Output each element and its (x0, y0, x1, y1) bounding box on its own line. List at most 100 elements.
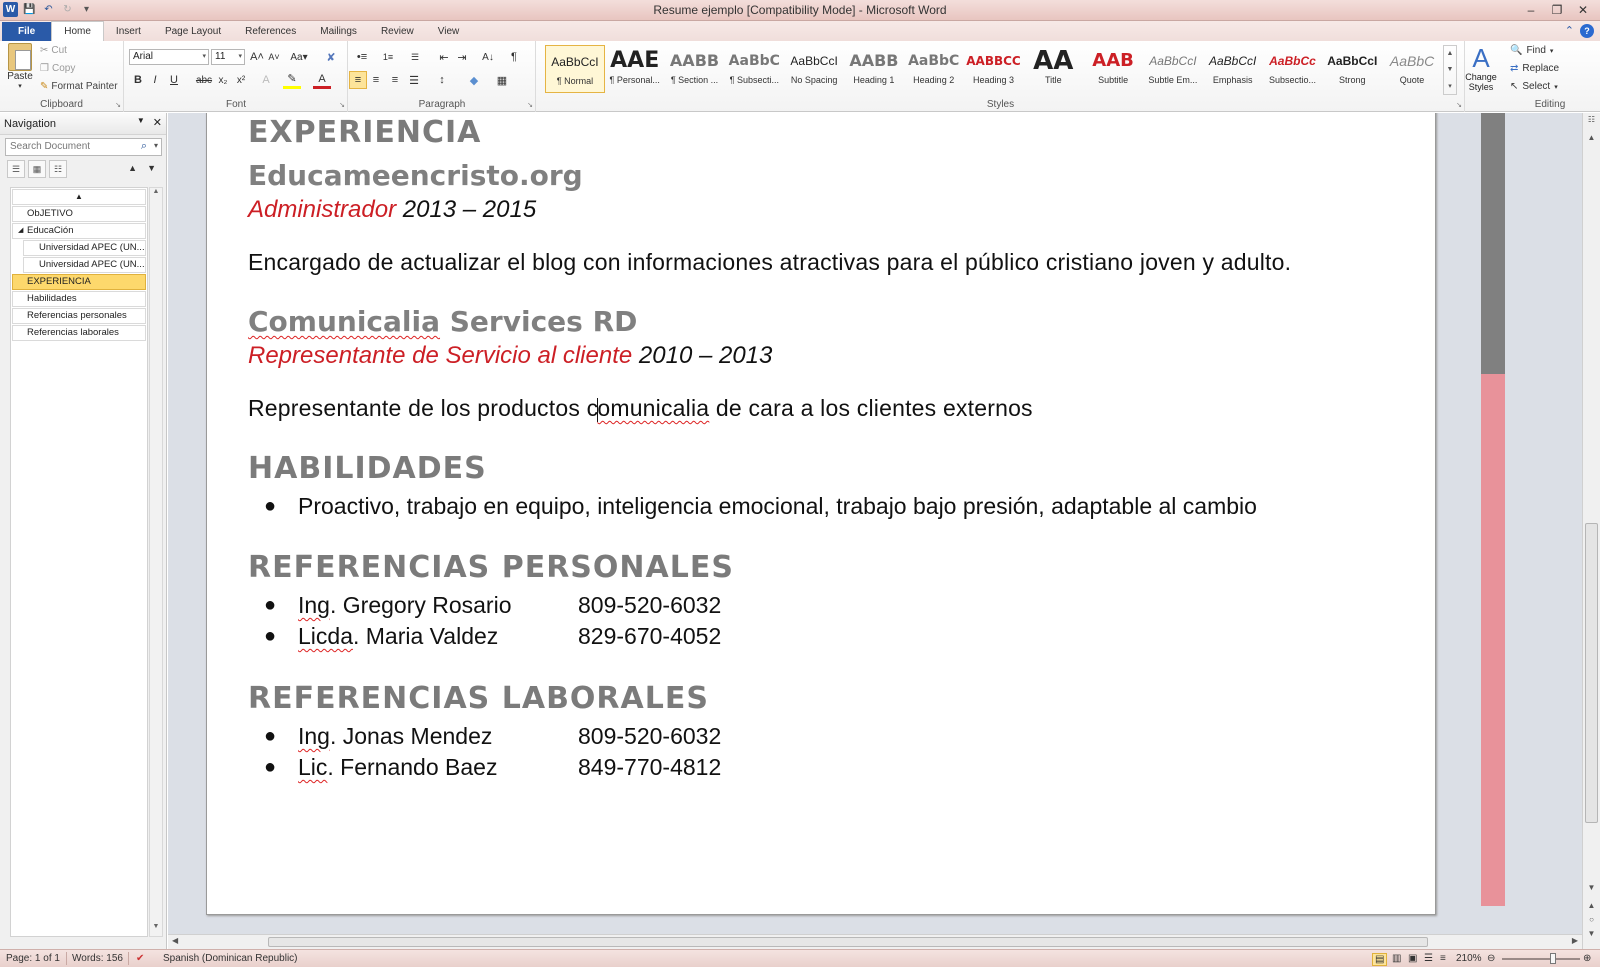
paste-button[interactable]: Paste ▾ (4, 43, 36, 90)
tab-review[interactable]: Review (369, 22, 426, 41)
outline-icon[interactable]: ☰ (1424, 953, 1433, 964)
gallery-down-icon[interactable]: ▼ (1447, 66, 1454, 73)
align-left-icon[interactable]: ≡ (349, 71, 367, 89)
hscroll-thumb[interactable] (268, 937, 1428, 947)
proofing-icon[interactable]: ✔ (136, 953, 144, 964)
pane-options-icon[interactable]: ▼ (137, 116, 145, 129)
line-spacing-icon[interactable]: ↕ (433, 71, 451, 89)
style-tile[interactable]: AaBbC ¶ Subsecti... (724, 45, 784, 93)
print-layout-icon[interactable]: ▤ (1372, 953, 1388, 966)
close-pane-icon[interactable]: ✕ (153, 116, 162, 129)
nav-item-universidad-1[interactable]: Universidad APEC (UN... (23, 240, 146, 256)
tab-mailings[interactable]: Mailings (308, 22, 369, 41)
clipboard-launcher-icon[interactable]: ↘ (115, 101, 121, 109)
style-tile[interactable]: AABBCC Heading 3 (964, 45, 1024, 93)
search-document-input[interactable]: Search Document ⌕ ▾ (5, 138, 162, 156)
select-button[interactable]: ↖ Select ▾ (1510, 81, 1558, 92)
shading-icon[interactable]: ◆ (465, 71, 483, 89)
font-name-select[interactable]: Arial ▾ (129, 49, 209, 65)
zoom-in-icon[interactable]: ⊕ (1583, 953, 1591, 964)
style-tile[interactable]: AaBbCcI No Spacing (784, 45, 844, 93)
superscript-button[interactable]: x² (232, 71, 250, 89)
scroll-down-icon[interactable]: ▼ (1583, 883, 1600, 892)
font-launcher-icon[interactable]: ↘ (339, 101, 345, 109)
tab-insert[interactable]: Insert (104, 22, 153, 41)
sort-icon[interactable]: A↓ (479, 48, 497, 66)
scroll-up-icon[interactable]: ▲ (1583, 133, 1600, 142)
gallery-up-icon[interactable]: ▲ (1447, 50, 1454, 57)
nav-top-icon[interactable]: ▲ (12, 189, 146, 205)
scroll-right-icon[interactable]: ▶ (1572, 936, 1578, 945)
minimize-icon[interactable]: – (1518, 1, 1544, 19)
style-tile[interactable]: AAE ¶ Personal... (605, 45, 665, 93)
paragraph-launcher-icon[interactable]: ↘ (527, 101, 533, 109)
underline-button[interactable]: U (165, 71, 183, 89)
clear-formatting-icon[interactable]: ✘ (322, 48, 340, 66)
results-view-icon[interactable]: ☷ (49, 160, 67, 178)
next-heading-icon[interactable]: ▼ (147, 163, 156, 173)
find-button[interactable]: 🔍 Find ▾ (1510, 45, 1553, 56)
web-layout-icon[interactable]: ▣ (1408, 953, 1417, 964)
search-icon[interactable]: ⌕ (141, 140, 147, 153)
bullets-icon[interactable]: •≡ (353, 48, 371, 66)
browse-object-icon[interactable]: ○ (1583, 915, 1600, 924)
previous-heading-icon[interactable]: ▲ (128, 163, 137, 173)
full-screen-reading-icon[interactable]: ▥ (1392, 953, 1401, 964)
scroll-left-icon[interactable]: ◀ (172, 936, 178, 945)
nav-item-universidad-2[interactable]: Universidad APEC (UN... (23, 257, 146, 273)
strikethrough-button[interactable]: abc (195, 71, 213, 89)
nav-item-experiencia[interactable]: EXPERIENCIA (12, 274, 146, 290)
style-tile[interactable]: AaBbCcI Strong (1322, 45, 1382, 93)
nav-item-educacion[interactable]: ◢ EducaCión (12, 223, 146, 239)
language[interactable]: Spanish (Dominican Republic) (163, 953, 298, 964)
collapse-icon[interactable]: ◢ (18, 224, 23, 238)
pages-view-icon[interactable]: ▦ (28, 160, 46, 178)
shrink-font-icon[interactable]: A˅ (265, 48, 283, 66)
replace-button[interactable]: ⇄ Replace (1510, 63, 1559, 74)
cut-button[interactable]: ✂ Cut (40, 45, 67, 56)
subscript-button[interactable]: x₂ (214, 71, 232, 89)
change-case-icon[interactable]: Aa▾ (290, 48, 308, 66)
format-painter-button[interactable]: ✎ Format Painter (40, 81, 118, 92)
nav-item-referencias-personales[interactable]: Referencias personales (12, 308, 146, 324)
nav-scrollbar[interactable]: ▲ ▼ (149, 187, 163, 937)
scroll-down-icon[interactable]: ▼ (150, 923, 162, 936)
style-tile[interactable]: AABB ¶ Section ... (665, 45, 725, 93)
previous-page-icon[interactable]: ▲ (1583, 901, 1600, 910)
tab-view[interactable]: View (426, 22, 472, 41)
ruler-toggle-icon[interactable]: ☷ (1583, 115, 1600, 124)
copy-button[interactable]: ❐ Copy (40, 63, 75, 74)
horizontal-scrollbar[interactable]: ◀ ▶ (168, 934, 1582, 949)
zoom-out-icon[interactable]: ⊖ (1487, 953, 1495, 964)
grow-font-icon[interactable]: A˄ (248, 48, 266, 66)
nav-item-objetivo[interactable]: ObJETIVO (12, 206, 146, 222)
help-icon[interactable]: ? (1580, 24, 1594, 38)
decrease-indent-icon[interactable]: ⇤ (435, 48, 453, 66)
text-effects-icon[interactable]: A (257, 71, 275, 89)
borders-icon[interactable]: ▦ (493, 71, 511, 89)
page-count[interactable]: Page: 1 of 1 (6, 953, 60, 964)
tab-references[interactable]: References (233, 22, 308, 41)
italic-button[interactable]: I (146, 71, 164, 89)
zoom-knob[interactable] (1550, 953, 1556, 964)
restore-icon[interactable]: ❐ (1544, 1, 1570, 19)
style-tile[interactable]: AaBbCc Subsectio... (1263, 45, 1323, 93)
headings-view-icon[interactable]: ☰ (7, 160, 25, 178)
zoom-level[interactable]: 210% (1456, 953, 1482, 964)
next-page-icon[interactable]: ▼ (1583, 929, 1600, 938)
search-options-icon[interactable]: ▾ (154, 141, 158, 150)
style-tile[interactable]: AAB Subtitle (1083, 45, 1143, 93)
nav-item-referencias-laborales[interactable]: Referencias laborales (12, 325, 146, 341)
style-tile[interactable]: AABB Heading 1 (844, 45, 904, 93)
style-tile[interactable]: AaBbC Quote (1382, 45, 1442, 93)
scroll-up-icon[interactable]: ▲ (150, 188, 162, 201)
increase-indent-icon[interactable]: ⇥ (453, 48, 471, 66)
highlight-icon[interactable]: ✎ (283, 71, 301, 89)
align-right-icon[interactable]: ≡ (386, 71, 404, 89)
style-tile[interactable]: AaBbC Heading 2 (904, 45, 964, 93)
gallery-scroll[interactable]: ▲ ▼ ▾ (1443, 45, 1457, 95)
minimize-ribbon-icon[interactable]: ⌃ (1565, 24, 1574, 38)
nav-item-habilidades[interactable]: Habilidades (12, 291, 146, 307)
font-size-select[interactable]: 11 ▾ (211, 49, 245, 65)
style-tile[interactable]: AaBbCcI ¶ Normal (545, 45, 605, 93)
